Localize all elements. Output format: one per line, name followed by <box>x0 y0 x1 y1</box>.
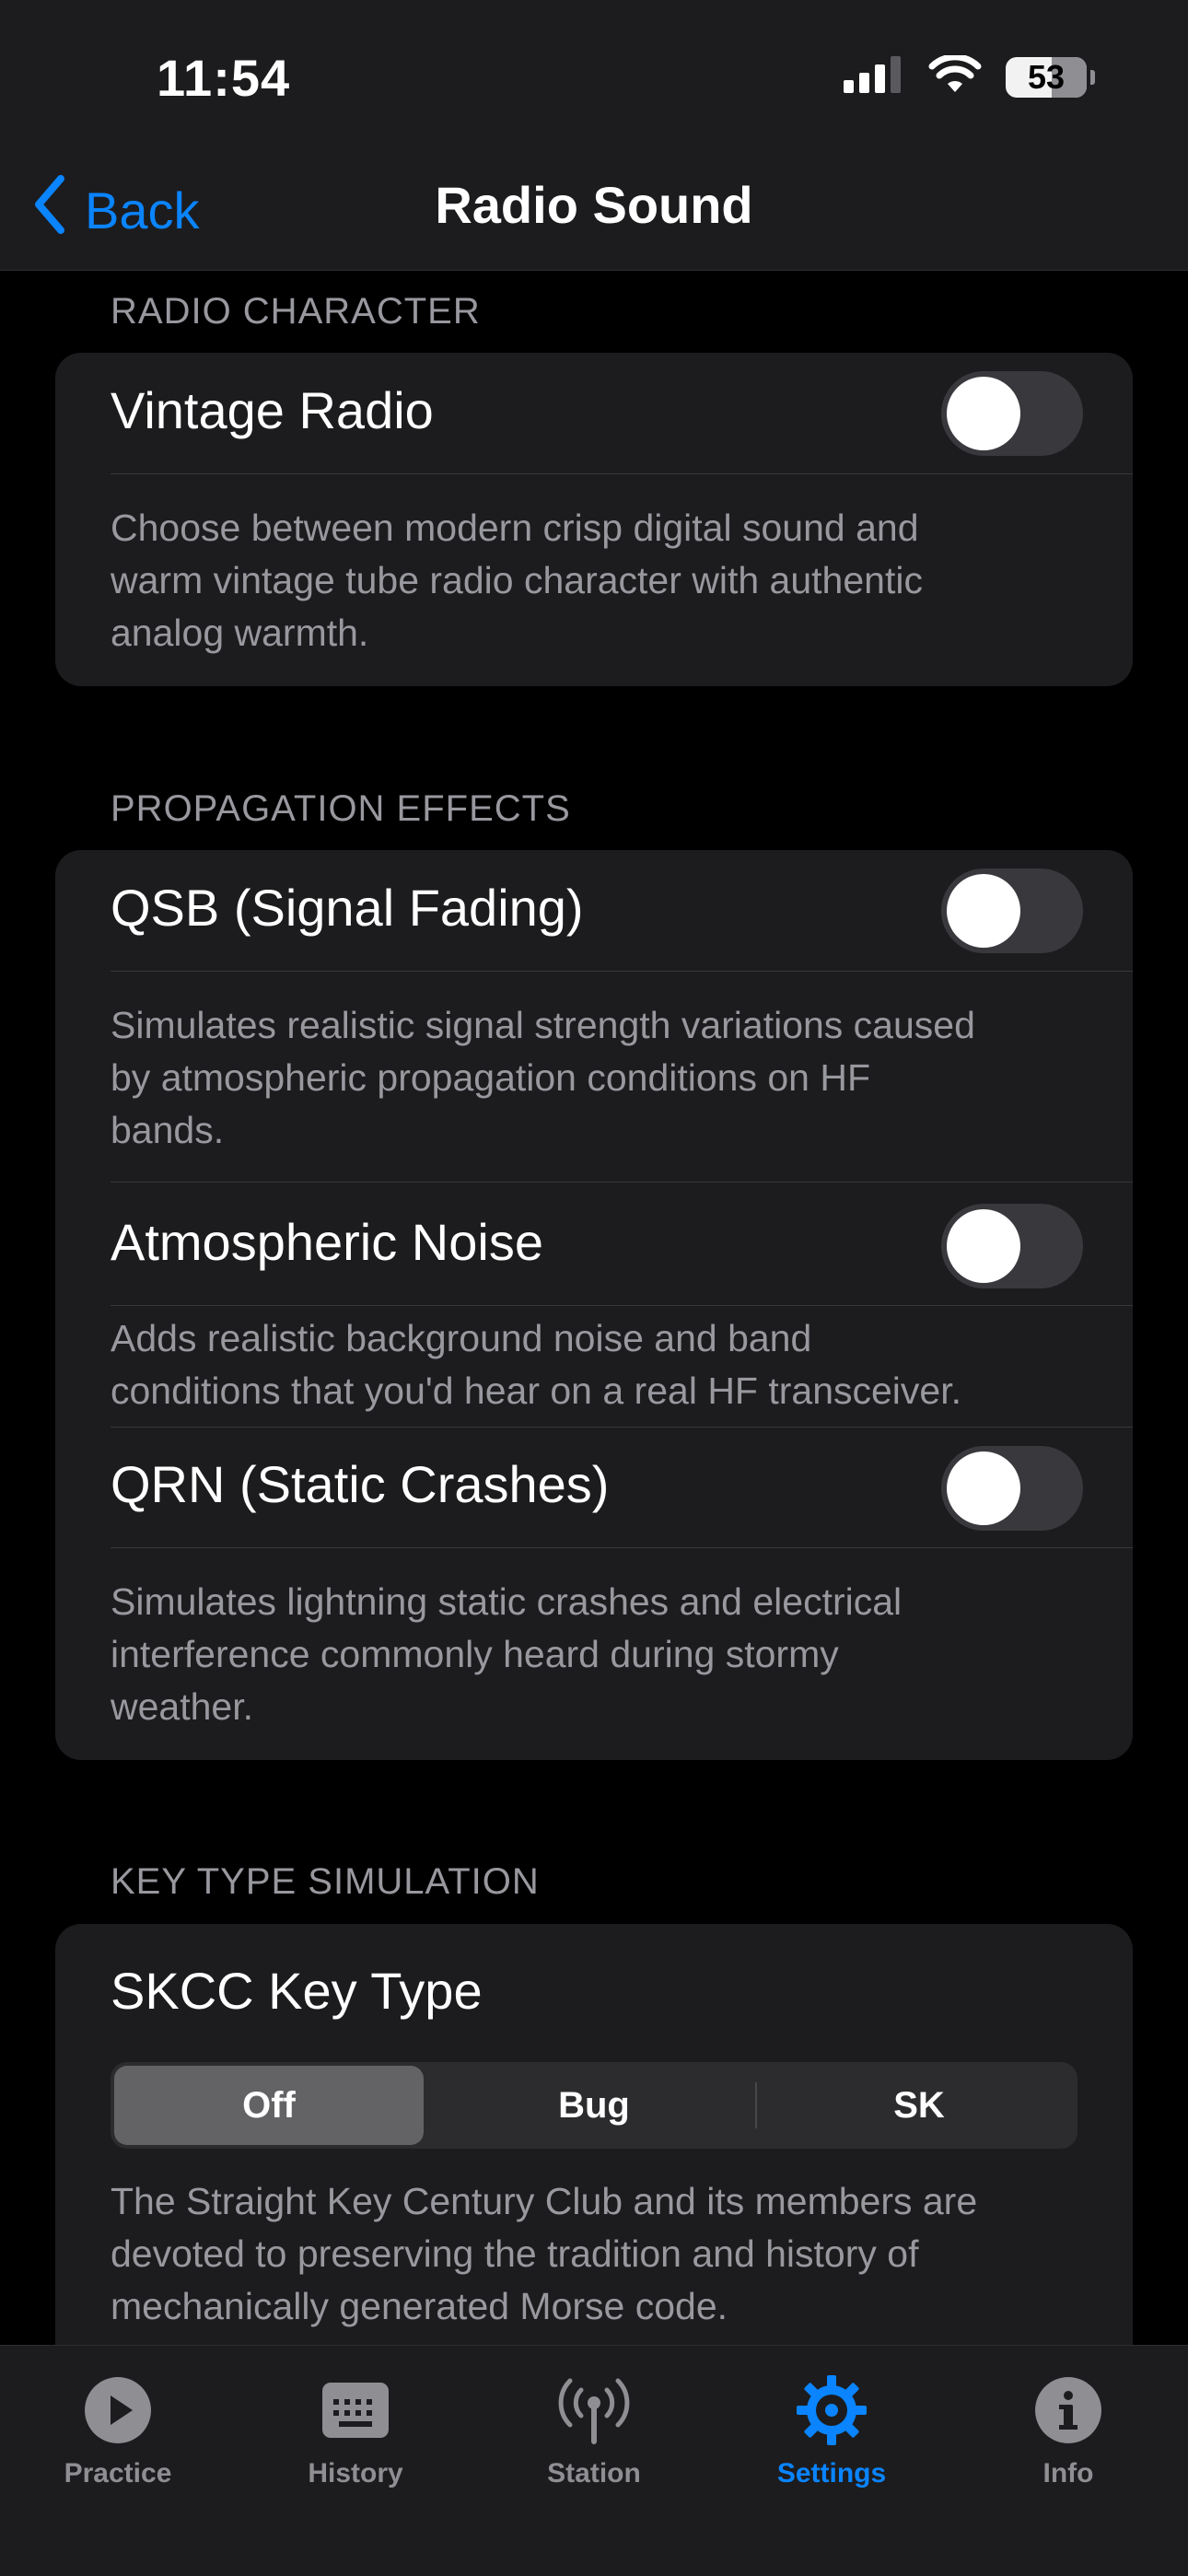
divider <box>111 473 1133 474</box>
qsb-toggle[interactable] <box>941 868 1083 953</box>
keyboard-icon <box>254 2364 457 2456</box>
qrn-description: Simulates lightning static crashes and e… <box>111 1580 903 1728</box>
segment-bug[interactable]: Bug <box>439 2066 749 2145</box>
tab-station[interactable]: Station <box>493 2364 695 2489</box>
signal-icon <box>844 56 904 98</box>
tab-info[interactable]: Info <box>967 2364 1170 2489</box>
tab-history[interactable]: History <box>254 2364 457 2489</box>
antenna-icon <box>493 2364 695 2456</box>
play-circle-icon <box>17 2364 219 2456</box>
info-circle-icon <box>967 2364 1170 2456</box>
divider <box>111 1427 1133 1428</box>
tab-practice[interactable]: Practice <box>17 2364 219 2489</box>
skcc-description: The Straight Key Century Club and its me… <box>111 2180 978 2327</box>
skcc-key-type-label: SKCC Key Type <box>111 1962 483 2020</box>
qsb-description: Simulates realistic signal strength vari… <box>111 1004 975 1151</box>
tab-settings[interactable]: Settings <box>730 2364 933 2489</box>
status-time: 11:54 <box>157 49 291 107</box>
vintage-radio-description: Choose between modern crisp digital soun… <box>111 507 923 654</box>
navigation-bar: 11:54 53 Back Radio Sound <box>0 0 1188 271</box>
tab-bar: Practice History Station Settings Info <box>0 2345 1188 2576</box>
atmospheric-noise-label: Atmospheric Noise <box>111 1213 543 1271</box>
skcc-key-type-segmented-control[interactable]: Off Bug SK <box>111 2062 1077 2149</box>
section-header-propagation: PROPAGATION EFFECTS <box>111 788 571 829</box>
key-type-card: SKCC Key Type Off Bug SK The Straight Ke… <box>55 1924 1133 2384</box>
section-header-key-type: KEY TYPE SIMULATION <box>111 1861 540 1902</box>
status-icons: 53 <box>844 53 1095 99</box>
wifi-icon <box>928 53 982 99</box>
vintage-radio-label: Vintage Radio <box>111 381 434 439</box>
vintage-radio-toggle[interactable] <box>941 371 1083 456</box>
qsb-label: QSB (Signal Fading) <box>111 879 584 937</box>
propagation-card: QSB (Signal Fading) Simulates realistic … <box>55 850 1133 1760</box>
divider <box>111 1305 1133 1306</box>
atmospheric-noise-toggle[interactable] <box>941 1204 1083 1288</box>
divider <box>111 971 1133 972</box>
battery-icon: 53 <box>1006 56 1095 98</box>
segment-sk[interactable]: SK <box>764 2066 1074 2145</box>
battery-level: 53 <box>1027 57 1066 96</box>
segment-divider <box>755 2082 757 2128</box>
atmospheric-noise-description: Adds realistic background noise and band… <box>111 1317 962 1412</box>
segment-off[interactable]: Off <box>114 2066 424 2145</box>
divider <box>111 1547 1133 1548</box>
page-title: Radio Sound <box>435 176 753 234</box>
divider <box>111 1182 1133 1183</box>
radio-character-card: Vintage Radio Choose between modern cris… <box>55 353 1133 686</box>
qrn-toggle[interactable] <box>941 1446 1083 1531</box>
section-header-radio-character: RADIO CHARACTER <box>111 291 481 332</box>
gear-icon <box>730 2364 933 2456</box>
qrn-label: QRN (Static Crashes) <box>111 1455 610 1513</box>
